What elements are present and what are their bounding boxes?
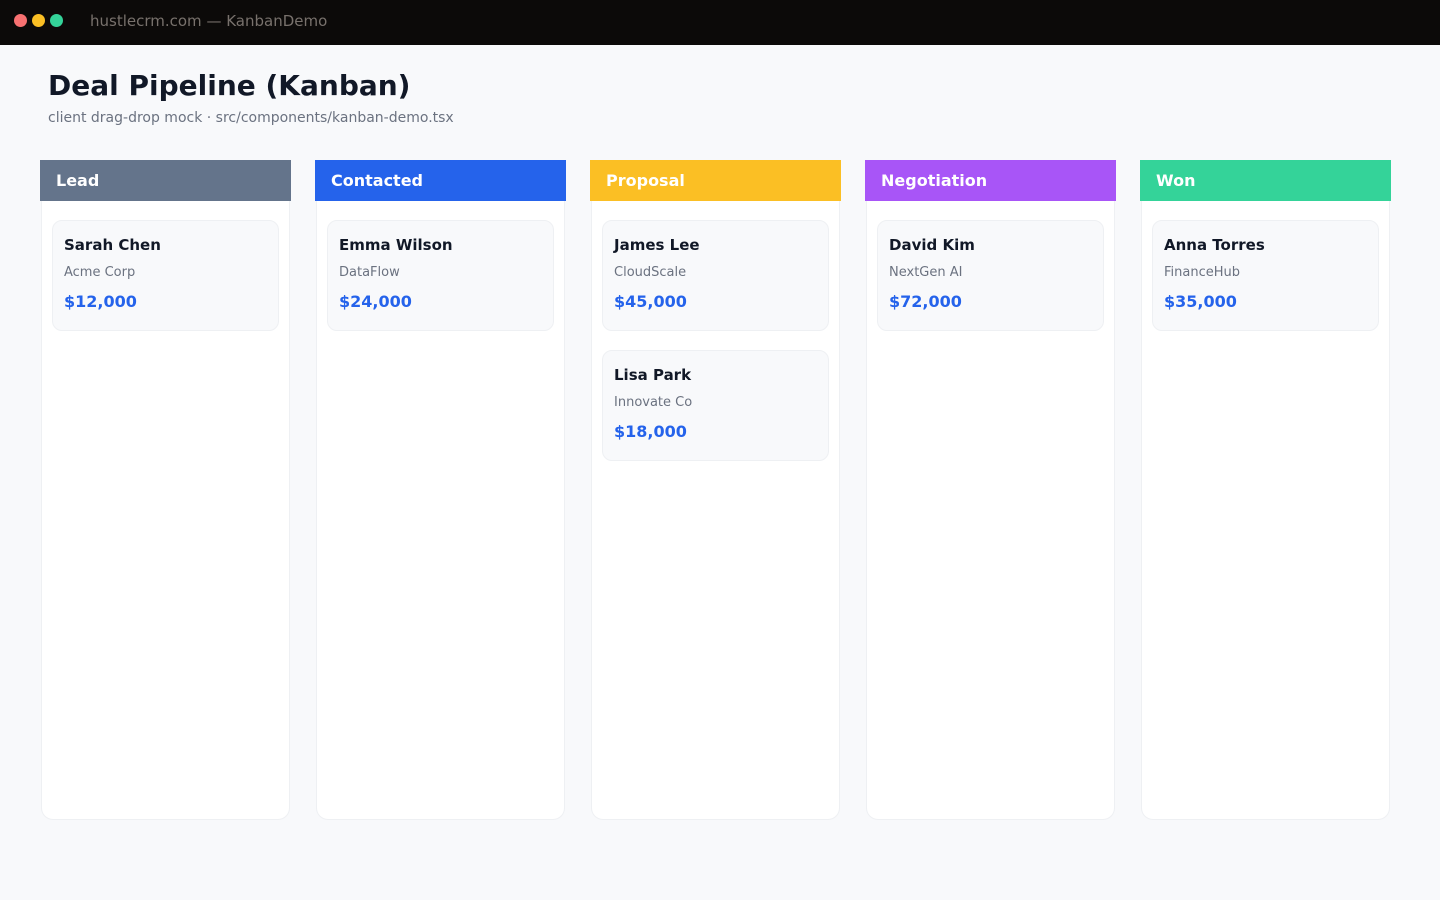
deal-value: $18,000 <box>614 422 687 441</box>
minimize-window-button[interactable] <box>32 14 45 27</box>
window-titlebar: hustlecrm.com — KanbanDemo <box>0 0 1440 45</box>
deal-card[interactable]: James Lee CloudScale $45,000 <box>602 220 829 331</box>
maximize-window-button[interactable] <box>50 14 63 27</box>
deal-value: $24,000 <box>339 292 412 311</box>
deal-card[interactable]: David Kim NextGen AI $72,000 <box>877 220 1104 331</box>
deal-contact-name: James Lee <box>614 236 700 254</box>
deal-card[interactable]: Lisa Park Innovate Co $18,000 <box>602 350 829 461</box>
column-header: Won <box>1140 160 1391 201</box>
deal-card[interactable]: Emma Wilson DataFlow $24,000 <box>327 220 554 331</box>
page-title: Deal Pipeline (Kanban) <box>48 69 411 102</box>
column-header: Lead <box>40 160 291 201</box>
column-header: Contacted <box>315 160 566 201</box>
column-contacted: Contacted Emma Wilson DataFlow $24,000 <box>315 160 566 820</box>
deal-company: FinanceHub <box>1164 265 1241 280</box>
deal-value: $12,000 <box>64 292 137 311</box>
close-window-button[interactable] <box>14 14 27 27</box>
page-subtitle: client drag-drop mock · src/components/k… <box>48 110 454 126</box>
deal-company: CloudScale <box>614 265 687 280</box>
column-negotiation: Negotiation David Kim NextGen AI $72,000 <box>865 160 1116 820</box>
column-lead: Lead Sarah Chen Acme Corp $12,000 <box>40 160 291 820</box>
deal-company: NextGen AI <box>889 265 963 280</box>
window-title: hustlecrm.com — KanbanDemo <box>90 12 328 30</box>
deal-contact-name: Lisa Park <box>614 366 692 384</box>
deal-value: $35,000 <box>1164 292 1237 311</box>
kanban-board: Lead Sarah Chen Acme Corp $12,000 Contac… <box>40 160 1391 820</box>
deal-card[interactable]: Sarah Chen Acme Corp $12,000 <box>52 220 279 331</box>
column-header: Negotiation <box>865 160 1116 201</box>
column-proposal: Proposal James Lee CloudScale $45,000 Li… <box>590 160 841 820</box>
deal-contact-name: Emma Wilson <box>339 236 453 254</box>
column-header: Proposal <box>590 160 841 201</box>
deal-value: $45,000 <box>614 292 687 311</box>
deal-company: Acme Corp <box>64 265 136 280</box>
deal-contact-name: Anna Torres <box>1164 236 1265 254</box>
deal-company: Innovate Co <box>614 395 693 410</box>
deal-company: DataFlow <box>339 265 400 280</box>
deal-contact-name: Sarah Chen <box>64 236 161 254</box>
deal-value: $72,000 <box>889 292 962 311</box>
column-won: Won Anna Torres FinanceHub $35,000 <box>1140 160 1391 820</box>
deal-contact-name: David Kim <box>889 236 975 254</box>
deal-card[interactable]: Anna Torres FinanceHub $35,000 <box>1152 220 1379 331</box>
